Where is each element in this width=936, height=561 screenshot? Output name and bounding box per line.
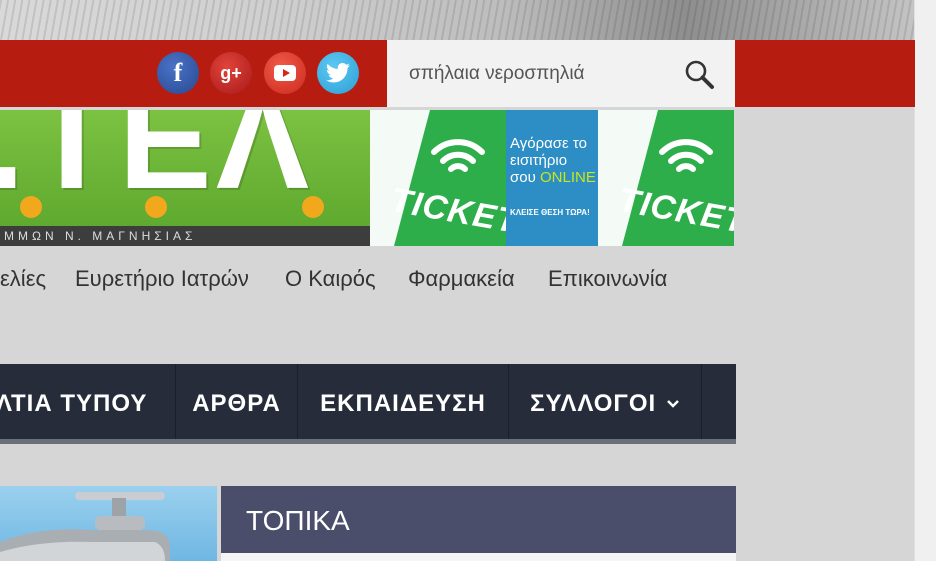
- article-thumbnail[interactable]: [0, 486, 217, 561]
- nav-associations[interactable]: ΣΥΛΛΟΓΟΙ: [509, 364, 702, 439]
- logo-dot: [20, 196, 42, 218]
- link-doctors-index[interactable]: Ευρετήριο Ιατρών: [75, 266, 249, 292]
- nav-education[interactable]: ΕΚΠΑΙΔΕΥΣΗ: [298, 364, 509, 439]
- ticket-logo-left: TICKET: [370, 110, 521, 246]
- twitter-bird-icon: [326, 63, 350, 83]
- link-pharmacies[interactable]: Φαρμακεία: [408, 266, 515, 292]
- wifi-icon: [431, 139, 485, 172]
- section-header: ΤΟΠΙΚΑ: [221, 486, 736, 553]
- ticket-word: TICKET: [387, 181, 522, 241]
- search-icon[interactable]: [683, 58, 715, 90]
- chevron-down-icon: [666, 400, 679, 408]
- youtube-icon[interactable]: [264, 52, 306, 94]
- twitter-icon[interactable]: [317, 52, 359, 94]
- ad-message: Αγόρασε το εισιτήριο σου ONLINE ΚΛΕΙΣΕ Θ…: [506, 110, 598, 246]
- logo-text: .ΤΕΛ: [0, 110, 314, 218]
- section-content-top: [221, 553, 736, 561]
- nav-press-releases[interactable]: ΛΤΙΑ ΤΥΠΟΥ: [0, 364, 176, 439]
- link-agg[interactable]: ελίες: [0, 266, 46, 292]
- header-background-image: [0, 0, 915, 40]
- google-plus-glyph: g+: [220, 62, 242, 83]
- logo-subtitle: ΜΜΩΝ Ν. ΜΑΓΝΗΣΙΑΣ: [0, 226, 370, 246]
- logo-dot: [302, 196, 324, 218]
- ticket-logo-right: TICKET: [598, 110, 734, 246]
- ticket-word: TICKET: [615, 181, 734, 241]
- page-scrollbar[interactable]: [914, 0, 936, 561]
- search-input[interactable]: [409, 62, 679, 85]
- eticket-ad-banner[interactable]: TICKET Αγόρασε το εισιτήριο σου ONLINE Κ…: [370, 110, 734, 246]
- ad-line-2: εισιτήριο: [510, 152, 568, 169]
- google-plus-icon[interactable]: g+: [210, 52, 252, 94]
- youtube-play-shape: [274, 65, 296, 81]
- link-contact[interactable]: Επικοινωνία: [548, 266, 667, 292]
- search-bar: [387, 40, 735, 107]
- main-nav: ΛΤΙΑ ΤΥΠΟΥ ΑΡΘΡΑ ΕΚΠΑΙΔΕΥΣΗ ΣΥΛΛΟΓΟΙ: [0, 364, 736, 444]
- link-weather[interactable]: Ο Καιρός: [285, 266, 376, 292]
- section-title: ΤΟΠΙΚΑ: [246, 505, 350, 536]
- site-logo-banner[interactable]: .ΤΕΛ ΜΜΩΝ Ν. ΜΑΓΝΗΣΙΑΣ: [0, 110, 370, 246]
- wifi-icon: [659, 139, 713, 172]
- facebook-glyph: f: [173, 58, 183, 87]
- nav-articles[interactable]: ΑΡΘΡΑ: [176, 364, 298, 439]
- faucet-image: [0, 492, 170, 561]
- ad-line-3: σου ONLINE: [510, 169, 596, 186]
- logo-dot: [145, 196, 167, 218]
- ad-cta: ΚΛΕΙΣΕ ΘΕΣΗ ΤΩΡΑ!: [510, 208, 590, 217]
- ad-line-1: Αγόρασε το: [510, 135, 587, 152]
- facebook-icon[interactable]: f: [157, 52, 199, 94]
